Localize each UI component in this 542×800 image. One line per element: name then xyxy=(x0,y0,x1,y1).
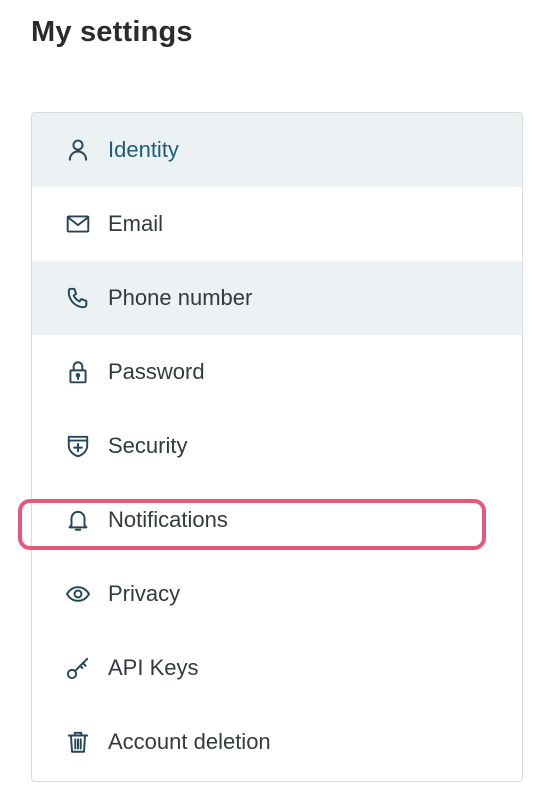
user-icon xyxy=(64,136,92,164)
menu-item-account-deletion[interactable]: Account deletion xyxy=(32,705,522,779)
menu-item-phone[interactable]: Phone number xyxy=(32,261,522,335)
eye-icon xyxy=(64,580,92,608)
menu-item-label: Account deletion xyxy=(108,729,271,754)
menu-item-label: Identity xyxy=(108,137,179,162)
settings-menu: Identity Email Phone number Password Sec… xyxy=(31,112,523,782)
trash-icon xyxy=(64,728,92,756)
menu-item-label: Notifications xyxy=(108,507,228,532)
phone-icon xyxy=(64,284,92,312)
menu-item-privacy[interactable]: Privacy xyxy=(32,557,522,631)
bell-icon xyxy=(64,506,92,534)
menu-item-identity[interactable]: Identity xyxy=(32,113,522,187)
menu-item-label: Phone number xyxy=(108,285,253,310)
menu-item-security[interactable]: Security xyxy=(32,409,522,483)
menu-item-notifications[interactable]: Notifications xyxy=(32,483,522,557)
page-title: My settings xyxy=(31,16,193,48)
lock-icon xyxy=(64,358,92,386)
menu-item-password[interactable]: Password xyxy=(32,335,522,409)
shield-plus-icon xyxy=(64,432,92,460)
key-icon xyxy=(64,654,92,682)
menu-item-label: Email xyxy=(108,211,164,236)
menu-item-api-keys[interactable]: API Keys xyxy=(32,631,522,705)
menu-item-label: Security xyxy=(108,433,188,458)
menu-item-label: API Keys xyxy=(108,655,199,680)
envelope-icon xyxy=(64,210,92,238)
menu-item-label: Privacy xyxy=(108,581,181,606)
menu-item-label: Password xyxy=(108,359,205,384)
menu-item-email[interactable]: Email xyxy=(32,187,522,261)
